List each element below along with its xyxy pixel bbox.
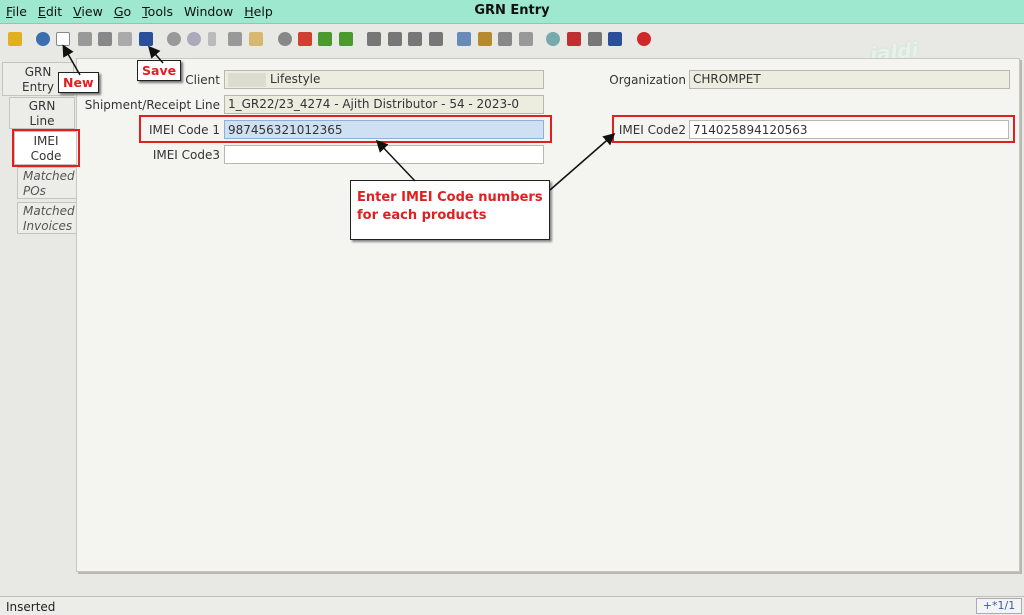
tab-matched-invoices[interactable]: Matched Invoices [17,202,77,234]
menu-help[interactable]: Help [244,4,273,19]
menu-window[interactable]: Window [184,4,233,19]
print-preview-icon[interactable] [519,32,533,46]
attachment-icon[interactable] [208,32,216,46]
record-indicator[interactable]: +*1/1 [976,598,1022,614]
close-icon[interactable] [637,32,651,46]
product-icon[interactable] [608,32,622,46]
delete-icon[interactable] [98,32,112,46]
copy-icon[interactable] [78,32,92,46]
title-bar: File Edit View Go Tools Window Help GRN … [0,0,1024,24]
workflow-icon[interactable] [588,32,602,46]
report-icon[interactable] [457,32,471,46]
status-text: Inserted [6,600,56,614]
refresh-icon[interactable] [167,32,181,46]
delete-selection-icon[interactable] [118,32,132,46]
save-icon[interactable] [139,32,153,46]
first-record-icon[interactable] [367,32,381,46]
tab-grn-line[interactable]: GRN Line [9,97,75,129]
new-record-icon[interactable] [56,32,70,46]
shipment-label: Shipment/Receipt Line [84,98,220,112]
imei-tab-highlight [12,129,80,167]
find-icon[interactable] [187,32,201,46]
organization-label: Organization [609,73,686,87]
menu-view[interactable]: View [73,4,103,19]
imei-code-3-label: IMEI Code3 [152,148,220,162]
note-line-1: Enter IMEI Code numbers [357,190,543,205]
imei-code-2-highlight [612,115,1015,143]
help-icon[interactable] [36,32,50,46]
archive-icon[interactable] [478,32,492,46]
previous-icon[interactable] [318,32,332,46]
client-field[interactable]: Lifestyle [224,70,544,89]
status-bar: Inserted +*1/1 [0,596,1024,615]
next-record-icon[interactable] [408,32,422,46]
last-record-icon[interactable] [429,32,443,46]
next-icon[interactable] [339,32,353,46]
process-icon[interactable] [567,32,581,46]
menu-icon[interactable] [298,32,312,46]
new-callout: New [58,72,99,93]
imei-code-3-input[interactable] [224,145,544,164]
shipment-field[interactable]: 1_GR22/23_4274 - Ajith Distributor - 54 … [224,95,544,114]
chat-icon[interactable] [228,32,242,46]
menu-file[interactable]: File [6,4,27,19]
imei-code-1-highlight [139,115,552,143]
organization-field[interactable]: CHROMPET [689,70,1010,89]
tab-matched-pos[interactable]: Matched POs [17,167,77,199]
print-icon[interactable] [498,32,512,46]
note-line-2: for each products [357,208,487,223]
menu-tools[interactable]: Tools [142,4,173,19]
menu-go[interactable]: Go [114,4,131,19]
home-icon[interactable] [278,32,292,46]
save-callout: Save [137,60,182,81]
previous-record-icon[interactable] [388,32,402,46]
menu-bar: File Edit View Go Tools Window Help [6,4,284,19]
zoom-across-icon[interactable] [546,32,560,46]
history-icon[interactable] [249,32,263,46]
undo-icon[interactable] [8,32,22,46]
menu-edit[interactable]: Edit [38,4,62,19]
imei-instruction-note: Enter IMEI Code numbers for each product… [350,180,550,240]
